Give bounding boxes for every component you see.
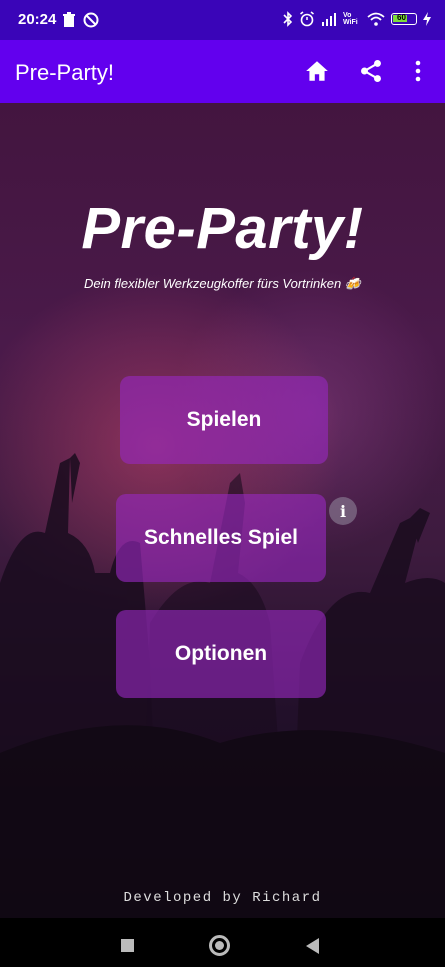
signal-icon	[322, 13, 336, 26]
status-left-icons	[62, 12, 99, 28]
app-bar-title: Pre-Party!	[15, 60, 115, 85]
app-bar: Pre-Party!	[0, 40, 445, 103]
info-icon[interactable]: i	[329, 497, 357, 525]
bluetooth-icon	[283, 11, 293, 27]
battery-level: 60	[397, 13, 406, 22]
nav-home-icon[interactable]	[209, 935, 230, 956]
status-bar: 20:24 Vo WiFi 60	[0, 0, 445, 40]
hero-subtitle: Dein flexibler Werkzeugkoffer fürs Vortr…	[83, 276, 361, 291]
battery-icon: 60	[391, 13, 417, 25]
share-icon[interactable]	[358, 58, 384, 84]
status-right-icons: Vo WiFi 60	[283, 11, 431, 27]
developer-credit: Developed by Richard	[123, 890, 322, 906]
more-vert-icon[interactable]	[408, 58, 428, 84]
alarm-icon	[300, 11, 314, 27]
status-time: 20:24	[18, 11, 57, 28]
do-not-disturb-icon	[83, 12, 99, 28]
vowifi-label: Vo WiFi	[343, 12, 358, 26]
quick-game-button[interactable]: Schnelles Spiel	[116, 494, 326, 582]
options-button-label: Optionen	[174, 642, 268, 665]
recents-icon[interactable]	[121, 939, 134, 952]
app-screen: 20:24 Vo WiFi 60 Pre-Party! Pre-Party! D…	[0, 0, 445, 967]
charging-icon	[423, 12, 431, 26]
trash-icon	[63, 12, 75, 27]
system-nav-bar	[0, 918, 445, 967]
play-button[interactable]: Spielen	[120, 376, 328, 464]
options-button[interactable]: Optionen	[116, 610, 326, 698]
quick-game-button-label: Schnelles Spiel	[143, 526, 299, 549]
home-icon[interactable]	[304, 58, 330, 84]
wifi-icon	[367, 12, 385, 26]
info-icon-label: i	[339, 501, 347, 521]
play-button-label: Spielen	[186, 408, 262, 431]
back-icon[interactable]	[306, 938, 319, 954]
hero-title: Pre-Party!	[81, 196, 364, 261]
